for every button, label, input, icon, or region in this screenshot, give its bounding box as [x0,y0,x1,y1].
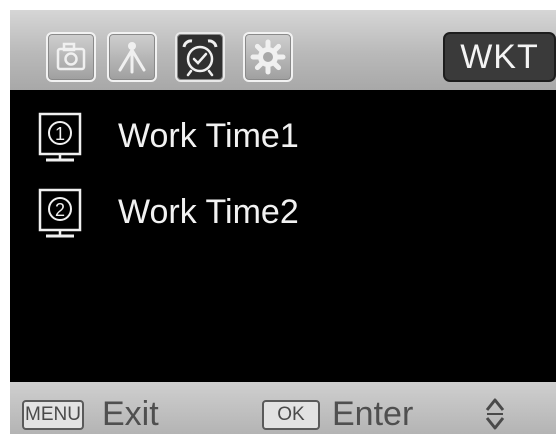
alarm-clock-icon [182,39,218,77]
up-down-arrows-icon [485,398,505,430]
tab-work-time[interactable] [175,32,225,82]
menu-tab-bar: WKT [10,10,556,90]
tab-trigger[interactable] [107,32,157,82]
slot-number: 2 [55,200,65,220]
enter-hint: Enter [332,395,414,433]
work-time-list: 1 Work Time1 2 Work Time2 [10,90,556,382]
list-item-label: Work Time1 [118,117,299,155]
exit-hint: Exit [102,395,159,433]
numbered-slot-icon: 2 [38,188,82,240]
numbered-slot-icon: 1 [38,112,82,164]
gear-icon [250,39,286,75]
pir-sensor-icon [118,42,146,74]
key-hint-bar: MENU Exit OK Enter [10,382,556,434]
menu-key[interactable]: MENU [22,400,84,430]
list-item-work-time-1[interactable]: 1 Work Time1 [10,102,556,168]
camera-icon [56,42,86,71]
list-item-work-time-2[interactable]: 2 Work Time2 [10,178,556,244]
tab-settings[interactable] [243,32,293,82]
tab-camera[interactable] [46,32,96,82]
menu-title-badge: WKT [443,32,556,82]
camera-menu-screen: WKT 1 Work Time1 2 Work Time2 MENU Exit … [0,0,556,434]
list-item-label: Work Time2 [118,193,299,231]
ok-key[interactable]: OK [262,400,320,430]
slot-number: 1 [55,124,65,144]
